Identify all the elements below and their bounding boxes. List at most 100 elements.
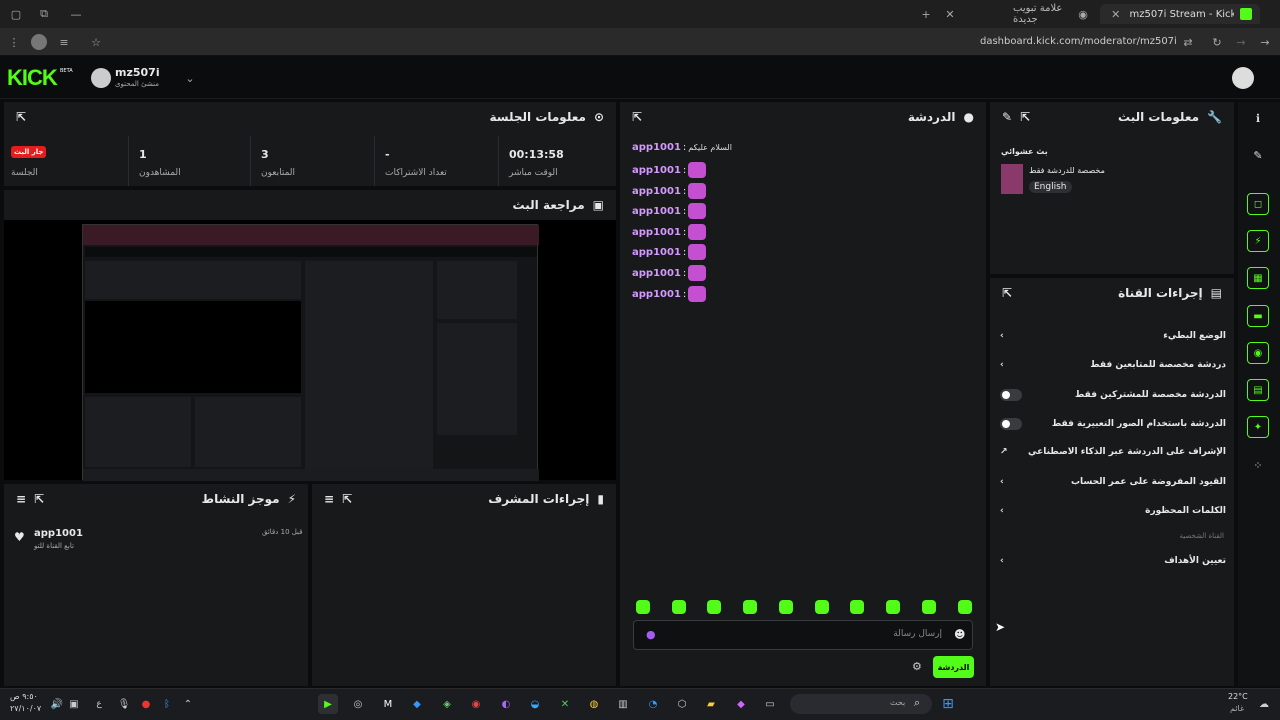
- app-icon[interactable]: ◎: [348, 694, 368, 714]
- media-player-icon[interactable]: ▶: [318, 694, 338, 714]
- more-vert-icon[interactable]: ⋮: [6, 34, 22, 50]
- chat-username[interactable]: app1001: [632, 247, 681, 258]
- popout-icon[interactable]: ⇱: [1020, 110, 1030, 124]
- quick-emote-icon[interactable]: [636, 600, 650, 614]
- quick-emote-icon[interactable]: [886, 600, 900, 614]
- quick-emote-icon[interactable]: [922, 600, 936, 614]
- window-restore-icon[interactable]: ▢: [8, 6, 24, 22]
- account-avatar[interactable]: [1232, 67, 1254, 89]
- steam-icon[interactable]: ◔: [643, 694, 663, 714]
- broadcast-icon[interactable]: ◉: [1247, 342, 1269, 364]
- minimize-icon[interactable]: —: [68, 6, 84, 22]
- app-icon[interactable]: ◍: [584, 694, 604, 714]
- chevron-up-icon[interactable]: ⌃: [178, 694, 198, 714]
- action-set-goals[interactable]: تعيين الأهداف ›: [1000, 556, 1226, 566]
- app-icon[interactable]: ▭: [760, 694, 780, 714]
- focus-icon[interactable]: ◻: [1247, 193, 1269, 215]
- tray-app-icon[interactable]: ●: [136, 694, 156, 714]
- mic-icon[interactable]: ●: [646, 628, 656, 641]
- app-icon[interactable]: M: [378, 694, 398, 714]
- chrome-icon[interactable]: ◉: [466, 694, 486, 714]
- clock-time[interactable]: ٩:٥٠ ص: [10, 692, 38, 701]
- chat-username[interactable]: app1001: [632, 186, 681, 197]
- xbox-icon[interactable]: ✕: [555, 694, 575, 714]
- network-icon[interactable]: ▣: [64, 694, 84, 714]
- chat-username[interactable]: app1001: [632, 227, 681, 238]
- weather-temp[interactable]: 22°C: [1228, 692, 1248, 701]
- app-icon[interactable]: ◆: [731, 694, 751, 714]
- action-ai-moderation[interactable]: الإشراف على الدردشة عبر الذكاء الاصطناعي…: [1000, 447, 1226, 457]
- bookmark-star-icon[interactable]: ☆: [88, 34, 104, 50]
- subscribers-only-toggle[interactable]: [1000, 389, 1022, 401]
- url-text[interactable]: dashboard.kick.com/moderator/mz507i: [980, 36, 1177, 47]
- edit-icon[interactable]: ✎: [1247, 144, 1269, 166]
- chevron-down-icon[interactable]: ⌄: [182, 70, 198, 86]
- close-tab-icon[interactable]: ✕: [942, 6, 958, 22]
- chat-username[interactable]: app1001: [632, 165, 681, 176]
- popout-icon[interactable]: ⇱: [632, 110, 642, 124]
- app-icon[interactable]: ◈: [437, 694, 457, 714]
- action-subscribers-only[interactable]: الدردشة مخصصة للمشتركين فقط: [1000, 389, 1226, 401]
- filter-icon[interactable]: ≡: [16, 492, 26, 506]
- info-icon[interactable]: ℹ: [1247, 107, 1269, 129]
- notes-icon[interactable]: ▦: [1247, 267, 1269, 289]
- chat-username[interactable]: app1001: [632, 142, 681, 153]
- reload-icon[interactable]: ↻: [1209, 34, 1225, 50]
- edge-icon[interactable]: ◒: [525, 694, 545, 714]
- stream-video[interactable]: [82, 224, 539, 481]
- mic-tray-icon[interactable]: 🎙: [114, 694, 134, 714]
- folder-icon[interactable]: ▰: [701, 694, 721, 714]
- chat-settings-icon[interactable]: ⚙: [912, 660, 922, 673]
- chat-bubble-icon[interactable]: ▬: [1247, 305, 1269, 327]
- popout-icon[interactable]: ⇱: [1002, 286, 1012, 300]
- forward-icon[interactable]: →: [1233, 34, 1249, 50]
- popout-icon[interactable]: ⇱: [342, 492, 352, 506]
- quick-emote-icon[interactable]: [672, 600, 686, 614]
- profile-avatar[interactable]: [31, 34, 47, 50]
- chat-username[interactable]: app1001: [632, 289, 681, 300]
- tab-kick[interactable]: ✕ mz507i Stream - Kick Dashi: [1100, 4, 1260, 24]
- wrench-icon[interactable]: ✦: [1247, 416, 1269, 438]
- popout-icon[interactable]: ⇱: [34, 492, 44, 506]
- quick-emote-icon[interactable]: [707, 600, 721, 614]
- user-avatar[interactable]: [91, 68, 111, 88]
- store-icon[interactable]: ▥: [613, 694, 633, 714]
- clock-date[interactable]: ٢٧/١٠/٠٧: [10, 704, 41, 713]
- emoji-icon[interactable]: ☻: [954, 628, 965, 641]
- action-followers-only[interactable]: دردشة مخصصة للمتابعين فقط ›: [1000, 360, 1226, 370]
- quick-emote-icon[interactable]: [779, 600, 793, 614]
- bolt-icon[interactable]: ⚡: [1247, 230, 1269, 252]
- popout-icon[interactable]: ⇱: [16, 110, 26, 124]
- edit-icon[interactable]: ✎: [1002, 110, 1012, 124]
- bluetooth-icon[interactable]: ᛒ: [157, 694, 177, 714]
- activity-user[interactable]: app1001: [34, 528, 83, 539]
- chat-username[interactable]: app1001: [632, 268, 681, 279]
- action-slow-mode[interactable]: الوضع البطيء ›: [1000, 331, 1226, 341]
- kick-logo[interactable]: KICK: [7, 65, 58, 91]
- extensions-icon[interactable]: ≡: [56, 34, 72, 50]
- back-icon[interactable]: →: [1257, 34, 1273, 50]
- dots-icon[interactable]: ⁘: [1247, 454, 1269, 476]
- action-emote-only[interactable]: الدردشة باستخدام الصور التعبيرية فقط: [1000, 418, 1226, 430]
- discord-icon[interactable]: ◐: [496, 694, 516, 714]
- quick-emote-icon[interactable]: [958, 600, 972, 614]
- chat-username[interactable]: app1001: [632, 206, 681, 217]
- app-icon[interactable]: ◆: [407, 694, 427, 714]
- layout-icon[interactable]: ▤: [1247, 379, 1269, 401]
- chat-send-button[interactable]: الدردشة: [933, 656, 974, 678]
- windows-start-icon[interactable]: ⊞: [938, 694, 958, 714]
- close-icon[interactable]: ✕: [1108, 6, 1124, 22]
- new-tab-icon[interactable]: +: [918, 6, 934, 22]
- window-maximize-icon[interactable]: ⧉: [36, 6, 52, 22]
- language-indicator[interactable]: ع: [89, 694, 109, 714]
- tab-new[interactable]: علامة تبويب جديدة ◉: [1005, 3, 1097, 25]
- quick-emote-icon[interactable]: [743, 600, 757, 614]
- emote-only-toggle[interactable]: [1000, 418, 1022, 430]
- taskbar-search[interactable]: بحث ⌕: [790, 694, 932, 714]
- site-settings-icon[interactable]: ⇄: [1180, 34, 1196, 50]
- filter-icon[interactable]: ≡: [324, 492, 334, 506]
- action-account-age[interactable]: القيود المفروضة على عمر الحساب ›: [1000, 477, 1226, 487]
- chat-input[interactable]: ● إرسال رسالة ☻: [633, 620, 973, 650]
- quick-emote-icon[interactable]: [850, 600, 864, 614]
- app-icon[interactable]: ⬡: [672, 694, 692, 714]
